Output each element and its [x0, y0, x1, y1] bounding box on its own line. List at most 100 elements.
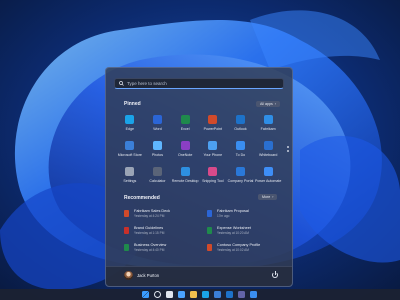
start-icon[interactable]	[142, 291, 149, 298]
pinned-app-label: Microsoft Store	[117, 153, 142, 157]
recommended-item-title: Contoso Company Profile	[217, 243, 261, 247]
avatar[interactable]	[124, 271, 133, 280]
search-input[interactable]: Type here to search	[114, 78, 284, 89]
recommended-title: Recommended	[124, 195, 160, 201]
whiteboard-icon	[263, 141, 273, 150]
pinned-app[interactable]: Fabrikam	[254, 114, 282, 136]
pinned-app-label: Outlook	[234, 127, 247, 131]
recommended-item-subtitle: Yesterday at 1:15 PM	[134, 231, 165, 235]
todo-icon	[235, 141, 245, 150]
pinned-app[interactable]: Edge	[116, 114, 144, 136]
store-icon	[125, 141, 135, 150]
powerpoint-icon	[208, 115, 218, 124]
pinned-app-label: Whiteboard	[258, 153, 278, 157]
start-menu: Type here to search Pinned All apps › Ed…	[105, 67, 293, 287]
task-view-icon[interactable]	[166, 291, 173, 298]
recommended-item[interactable]: Fabrikam Proposal 17m ago	[207, 209, 284, 219]
power-icon[interactable]	[272, 271, 278, 278]
pinned-app[interactable]: Whiteboard	[254, 140, 282, 162]
pinned-app[interactable]: OneNote	[171, 140, 199, 162]
recommended-item[interactable]: Expense Worksheet Yesterday at 10:20 AM	[207, 226, 284, 236]
pinned-app[interactable]: Company Portal	[227, 166, 255, 188]
all-apps-button[interactable]: All apps ›	[256, 101, 280, 107]
pinned-app-label: To Do	[235, 153, 246, 157]
start-footer: Jack Purton	[106, 266, 292, 286]
pinned-app-label: OneNote	[177, 153, 193, 157]
pinned-app[interactable]: Power Automate	[254, 166, 282, 188]
pinned-app[interactable]: Settings	[116, 166, 144, 188]
pinned-app-label: Settings	[123, 179, 137, 183]
pinned-apps-grid: Edge Word Excel PowerPoint Outlook Fabrikam Mi…	[116, 114, 282, 188]
remote-desktop-icon	[180, 167, 190, 176]
word-file-icon	[207, 210, 212, 217]
recommended-item-title: Brand Guidelines	[134, 226, 164, 230]
pinned-app[interactable]: PowerPoint	[199, 114, 227, 136]
word-icon	[152, 115, 162, 124]
pinned-app-label: Snipping Tool	[202, 179, 224, 183]
pinned-app-label: Calculator	[149, 179, 166, 183]
recommended-list: Fabrikam Sales Deck Yesterday at 4:24 PM F…	[124, 209, 284, 253]
pinned-app[interactable]: Word	[144, 114, 172, 136]
recommended-item-subtitle: Yesterday at 4:40 PM	[134, 248, 165, 252]
excel-icon	[180, 115, 190, 124]
all-apps-label: All apps	[260, 102, 273, 106]
pinned-app[interactable]: To Do	[227, 140, 255, 162]
chevron-right-icon: ›	[272, 195, 274, 199]
outlook-icon[interactable]	[226, 291, 233, 298]
mail-icon[interactable]	[250, 291, 257, 298]
recommended-item-subtitle: 17m ago	[217, 214, 230, 218]
pinned-app[interactable]: Your Phone	[199, 140, 227, 162]
recommended-item-title: Fabrikam Sales Deck	[134, 209, 171, 213]
pinned-app[interactable]: Snipping Tool	[199, 166, 227, 188]
recommended-item-subtitle: Yesterday at 10:02 AM	[217, 248, 249, 252]
recommended-item[interactable]: Contoso Company Profile Yesterday at 10:0…	[207, 243, 284, 253]
pinned-app-label: Excel	[180, 127, 190, 131]
recommended-item[interactable]: Business Overview Yesterday at 4:40 PM	[124, 243, 201, 253]
widgets-icon[interactable]	[178, 291, 185, 298]
settings-icon	[125, 167, 135, 176]
pinned-app[interactable]: Excel	[171, 114, 199, 136]
pinned-app[interactable]: Outlook	[227, 114, 255, 136]
pinned-app[interactable]: Calculator	[144, 166, 172, 188]
phone-icon	[208, 141, 218, 150]
pinned-app[interactable]: Remote Desktop	[171, 166, 199, 188]
pinned-title: Pinned	[124, 101, 141, 107]
pinned-app-label: Your Phone	[203, 153, 223, 157]
file-explorer-icon[interactable]	[190, 291, 197, 298]
snipping-tool-icon	[208, 167, 218, 176]
search-icon[interactable]	[154, 291, 161, 298]
photos-icon	[152, 141, 162, 150]
recommended-item[interactable]: Brand Guidelines Yesterday at 1:15 PM	[124, 226, 201, 236]
recommended-item-title: Expense Worksheet	[217, 226, 251, 230]
pinned-app[interactable]: Photos	[144, 140, 172, 162]
recommended-item-title: Business Overview	[134, 243, 167, 247]
calculator-icon	[152, 167, 162, 176]
store-icon[interactable]	[214, 291, 221, 298]
pinned-app-label: PowerPoint	[203, 127, 223, 131]
pinned-app-label: Company Portal	[227, 179, 254, 183]
powerpoint-file-icon	[124, 210, 129, 217]
search-placeholder: Type here to search	[127, 81, 167, 86]
power-automate-icon	[263, 167, 273, 176]
edge-icon[interactable]	[202, 291, 209, 298]
pinned-app-label: Edge	[125, 127, 135, 131]
pinned-app-label: Power Automate	[254, 179, 282, 183]
chevron-right-icon: ›	[274, 102, 276, 106]
search-icon	[119, 81, 124, 86]
excel-file-icon	[124, 244, 129, 251]
taskbar	[0, 289, 400, 300]
recommended-item-subtitle: Yesterday at 10:20 AM	[217, 231, 249, 235]
fabrikam-icon	[263, 115, 273, 124]
teams-icon[interactable]	[238, 291, 245, 298]
page-indicator[interactable]	[287, 146, 289, 154]
more-label: More	[262, 195, 271, 199]
pdf-file-icon	[124, 227, 129, 234]
pinned-app-label: Photos	[151, 153, 164, 157]
recommended-item[interactable]: Fabrikam Sales Deck Yesterday at 4:24 PM	[124, 209, 201, 219]
user-name[interactable]: Jack Purton	[137, 273, 159, 278]
pinned-app-label: Word	[153, 127, 162, 131]
recommended-item-title: Fabrikam Proposal	[217, 209, 249, 213]
more-button[interactable]: More ›	[258, 194, 278, 200]
pinned-app-label: Remote Desktop	[171, 179, 199, 183]
pinned-app[interactable]: Microsoft Store	[116, 140, 144, 162]
